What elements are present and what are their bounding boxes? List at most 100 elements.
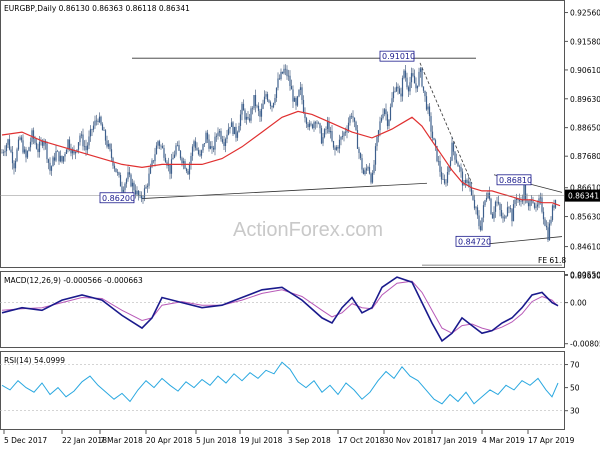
candle-body xyxy=(172,157,174,160)
candle-body xyxy=(290,86,293,90)
candle-body xyxy=(215,135,218,137)
x-axis-ticks: 5 Dec 2017 22 Jan 20187 Mar 2018 20 Apr 20… xyxy=(3,430,575,445)
candle-body xyxy=(500,209,503,217)
candle-body xyxy=(230,122,233,127)
candle-body xyxy=(80,134,83,136)
candle-body xyxy=(229,126,231,129)
candle-body xyxy=(310,123,312,125)
candle-body xyxy=(224,139,227,147)
candle-body xyxy=(353,117,356,122)
candle-body xyxy=(16,149,18,162)
candle-body xyxy=(511,209,513,222)
candle-body xyxy=(113,165,116,169)
candle-body xyxy=(305,118,308,124)
candle-body xyxy=(412,73,414,76)
x-tick-label: 5 Jun 2018 xyxy=(196,436,237,445)
candle-body xyxy=(47,159,50,163)
candle-body xyxy=(248,118,251,121)
candle-body xyxy=(416,85,419,89)
candle-body xyxy=(53,157,56,161)
y-tick-label: 0.86610 xyxy=(570,184,600,193)
candle-body xyxy=(217,132,219,136)
candle-body xyxy=(19,137,21,140)
candle-body xyxy=(208,139,210,149)
candle-body xyxy=(206,132,209,140)
candle xyxy=(370,172,372,185)
candle-body xyxy=(475,207,477,209)
candle-body xyxy=(548,223,551,241)
candle-body xyxy=(524,184,527,200)
candle-body xyxy=(455,159,458,163)
candle-body xyxy=(326,121,329,130)
candle-body xyxy=(296,96,299,106)
candle-body xyxy=(419,68,422,72)
candle-body xyxy=(356,130,359,149)
candle-body xyxy=(34,138,36,143)
candle-body xyxy=(121,186,123,192)
candle-body xyxy=(176,145,179,146)
candle-body xyxy=(130,174,132,187)
candle-body xyxy=(533,203,536,208)
candle-body xyxy=(179,150,182,159)
y-tick-label: 0.90610 xyxy=(570,66,600,75)
candle-body xyxy=(238,125,240,133)
candle-body xyxy=(337,147,339,149)
candle-body xyxy=(227,128,230,135)
x-tick-label: 5 Dec 2017 xyxy=(4,436,47,445)
candle-body xyxy=(376,136,378,147)
candle-body xyxy=(100,116,102,125)
candle-body xyxy=(185,168,188,172)
candle-body xyxy=(494,201,497,212)
candle-body xyxy=(319,123,321,129)
candle xyxy=(232,121,234,136)
candle-body xyxy=(128,172,131,175)
candle xyxy=(115,168,117,173)
candle-body xyxy=(245,116,248,120)
candle-body xyxy=(439,160,441,172)
candle-body xyxy=(502,216,504,219)
candle xyxy=(481,217,483,232)
candle-body xyxy=(302,99,305,113)
candle-body xyxy=(323,129,326,138)
annotation-label: 0.86810 xyxy=(499,176,532,185)
x-tick-label: 19 Jul 2018 xyxy=(240,436,283,445)
candle-body xyxy=(373,164,375,173)
candle-body xyxy=(239,114,242,126)
candle-body xyxy=(473,199,476,209)
candle-body xyxy=(400,93,402,97)
candle-body xyxy=(20,137,23,141)
candle-body xyxy=(29,141,32,148)
candle xyxy=(421,66,423,88)
candle-body xyxy=(364,170,366,175)
candle-body xyxy=(493,211,495,219)
candle-body xyxy=(355,121,357,131)
candle-body xyxy=(458,166,461,168)
candle-body xyxy=(106,140,108,147)
y-tick-label: 0.84610 xyxy=(570,243,600,252)
rsi-y-ticks: 70 50 30 xyxy=(564,361,580,416)
candle-body xyxy=(481,217,483,231)
candle-body xyxy=(445,182,447,184)
candle-body xyxy=(536,204,539,207)
candle-body xyxy=(512,204,515,222)
candle-body xyxy=(281,71,284,74)
candle-body xyxy=(4,151,6,153)
candle-body xyxy=(94,120,96,126)
candle-body xyxy=(211,146,213,148)
candle-body xyxy=(541,197,543,212)
candle-body xyxy=(262,103,264,109)
candle-body xyxy=(452,142,455,152)
candle-body xyxy=(101,124,104,131)
candle-body xyxy=(476,207,479,216)
candle-body xyxy=(314,122,317,124)
candle-body xyxy=(28,147,30,152)
candle-body xyxy=(187,171,189,175)
candle-body xyxy=(256,105,258,107)
y-tick-label: 0.88650 xyxy=(570,124,600,133)
candle-body xyxy=(268,100,270,103)
candle-body xyxy=(320,128,323,144)
candle-body xyxy=(265,94,267,97)
candle-body xyxy=(479,226,482,231)
candle-body xyxy=(223,142,225,147)
candle-body xyxy=(1,152,3,154)
